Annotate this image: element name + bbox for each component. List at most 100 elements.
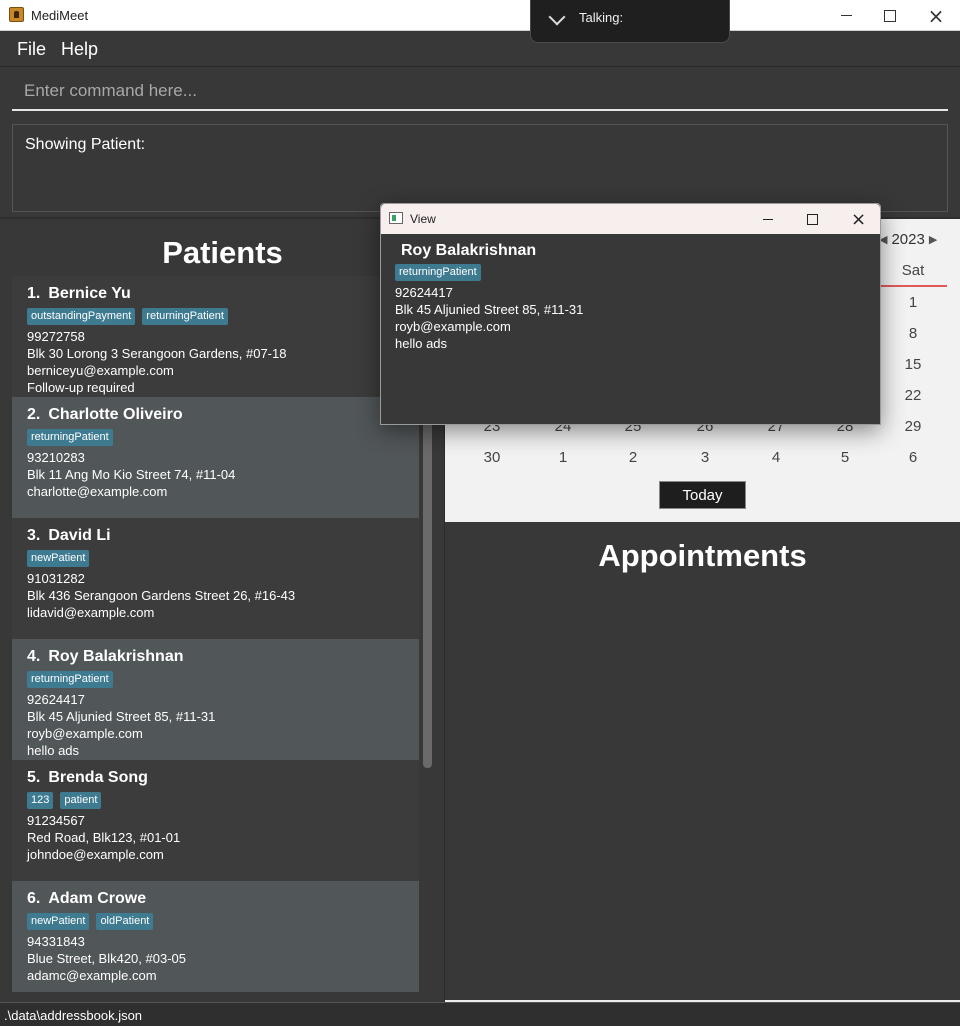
weekday-header-sat: Sat bbox=[901, 262, 925, 279]
calendar-year: 2023 bbox=[891, 231, 925, 248]
result-display[interactable]: Showing Patient: bbox=[12, 124, 948, 212]
appointments-panel: Appointments bbox=[445, 522, 960, 1002]
patient-card[interactable]: 5. Brenda Song 123 patient 91234567 Red R… bbox=[12, 760, 419, 881]
view-title: View bbox=[410, 212, 436, 226]
patient-phone: 94331843 bbox=[27, 934, 85, 949]
tag-row: outstandingPayment returningPatient bbox=[27, 308, 404, 326]
tag-row: returningPatient bbox=[27, 671, 404, 689]
tag: newPatient bbox=[27, 550, 90, 567]
view-patient-name: Roy Balakrishnan bbox=[401, 242, 537, 259]
talking-overlay[interactable]: Talking: bbox=[530, 0, 730, 43]
patient-name-row: 4. Roy Balakrishnan bbox=[27, 648, 404, 668]
patient-name-row: 5. Brenda Song bbox=[27, 769, 404, 789]
patient-remark: hello ads bbox=[27, 743, 80, 758]
tag: patient bbox=[60, 792, 102, 809]
patient-card[interactable]: 2. Charlotte Oliveiro returningPatient 93… bbox=[12, 397, 419, 518]
patient-card[interactable]: 3. David Li newPatient 91031282 Blk 436 S… bbox=[12, 518, 419, 639]
patient-list[interactable]: 1. Bernice Yu outstandingPayment returnin… bbox=[12, 276, 419, 992]
view-window-icon bbox=[389, 212, 403, 224]
calendar-day[interactable]: 3 bbox=[685, 449, 725, 466]
patients-title: Patients bbox=[162, 235, 283, 270]
view-minimize-button[interactable] bbox=[745, 204, 790, 234]
patient-address: Blue Street, Blk420, #03-05 bbox=[27, 951, 186, 966]
title-bar: MediMeet × bbox=[0, 0, 960, 31]
calendar-year-nav: ◀ 2023 ▶ bbox=[879, 231, 937, 248]
calendar-day[interactable]: 29 bbox=[893, 418, 933, 435]
patient-remark: Follow-up required bbox=[27, 380, 135, 395]
patient-phone: 91234567 bbox=[27, 813, 85, 828]
tag-row: newPatient oldPatient bbox=[27, 913, 404, 931]
calendar-day[interactable]: 22 bbox=[893, 387, 933, 404]
view-address: Blk 45 Aljunied Street 85, #11-31 bbox=[395, 302, 584, 317]
appointments-title: Appointments bbox=[598, 538, 807, 573]
tag: newPatient bbox=[27, 913, 90, 930]
patient-index: 2. bbox=[27, 406, 41, 423]
minimize-button[interactable] bbox=[823, 0, 869, 31]
patient-email: lidavid@example.com bbox=[27, 605, 155, 620]
tag: 123 bbox=[27, 792, 54, 809]
tag: returningPatient bbox=[395, 264, 481, 281]
patient-phone: 99272758 bbox=[27, 329, 85, 344]
calendar-day[interactable]: 4 bbox=[756, 449, 796, 466]
maximize-button[interactable] bbox=[867, 0, 913, 31]
calendar-day[interactable]: 15 bbox=[893, 356, 933, 373]
patient-index: 6. bbox=[27, 890, 41, 907]
patient-card[interactable]: 1. Bernice Yu outstandingPayment returnin… bbox=[12, 276, 419, 397]
patient-name-row: 2. Charlotte Oliveiro bbox=[27, 406, 404, 426]
patient-email: adamc@example.com bbox=[27, 968, 157, 983]
patient-email: johndoe@example.com bbox=[27, 847, 164, 862]
chevron-down-icon[interactable] bbox=[548, 8, 566, 26]
calendar-header-underline bbox=[877, 285, 947, 287]
patient-email: royb@example.com bbox=[27, 726, 143, 741]
patient-name-row: 6. Adam Crowe bbox=[27, 890, 404, 910]
patient-address: Red Road, Blk123, #01-01 bbox=[27, 830, 181, 845]
view-remark: hello ads bbox=[395, 336, 448, 351]
patient-address: Blk 11 Ang Mo Kio Street 74, #11-04 bbox=[27, 467, 236, 482]
calendar-day[interactable]: 2 bbox=[613, 449, 653, 466]
calendar-day[interactable]: 30 bbox=[472, 449, 512, 466]
result-text: Showing Patient: bbox=[25, 136, 146, 153]
patient-name: Adam Crowe bbox=[48, 890, 147, 907]
patient-email: berniceyu@example.com bbox=[27, 363, 174, 378]
calendar-day[interactable]: 8 bbox=[893, 325, 933, 342]
tag: oldPatient bbox=[96, 913, 154, 930]
menu-help[interactable]: Help bbox=[61, 39, 98, 60]
view-title-bar[interactable]: View × bbox=[381, 204, 880, 234]
view-email: royb@example.com bbox=[395, 319, 511, 334]
patient-address: Blk 45 Aljunied Street 85, #11-31 bbox=[27, 709, 216, 724]
view-maximize-button[interactable] bbox=[790, 204, 835, 234]
patient-address: Blk 436 Serangoon Gardens Street 26, #16… bbox=[27, 588, 296, 603]
today-button[interactable]: Today bbox=[659, 481, 746, 509]
patient-name: Brenda Song bbox=[48, 769, 148, 786]
medimeet-window: MediMeet × Talking: File Help Showing Pa… bbox=[0, 0, 960, 1026]
patient-card[interactable]: 4. Roy Balakrishnan returningPatient 9262… bbox=[12, 639, 419, 760]
patient-phone: 93210283 bbox=[27, 450, 85, 465]
patient-card[interactable]: 6. Adam Crowe newPatient oldPatient 94331… bbox=[12, 881, 419, 992]
app-icon bbox=[9, 7, 24, 22]
patient-address: Blk 30 Lorong 3 Serangoon Gardens, #07-1… bbox=[27, 346, 287, 361]
patient-index: 3. bbox=[27, 527, 41, 544]
tag-row: newPatient bbox=[27, 550, 404, 568]
patient-phone: 91031282 bbox=[27, 571, 85, 586]
view-phone: 92624417 bbox=[395, 285, 453, 300]
talking-label: Talking: bbox=[579, 10, 624, 25]
close-button[interactable]: × bbox=[913, 0, 959, 31]
calendar-day[interactable]: 6 bbox=[893, 449, 933, 466]
tag-row: 123 patient bbox=[27, 792, 404, 810]
tag: returningPatient bbox=[142, 308, 228, 325]
patients-panel: Patients 1. Bernice Yu outstandingPayment… bbox=[0, 219, 445, 1002]
view-close-button[interactable]: × bbox=[836, 204, 881, 234]
calendar-day[interactable]: 1 bbox=[893, 294, 933, 311]
calendar-day[interactable]: 5 bbox=[825, 449, 865, 466]
command-input[interactable] bbox=[12, 74, 948, 108]
status-bar: .\data\addressbook.json bbox=[0, 1002, 960, 1026]
calendar-day[interactable]: 1 bbox=[543, 449, 583, 466]
tag: returningPatient bbox=[27, 429, 113, 446]
patient-name: Charlotte Oliveiro bbox=[48, 406, 183, 423]
patient-index: 1. bbox=[27, 285, 41, 302]
data-file-path: .\data\addressbook.json bbox=[4, 1008, 143, 1023]
patient-name: Bernice Yu bbox=[48, 285, 131, 302]
patient-email: charlotte@example.com bbox=[27, 484, 168, 499]
menu-file[interactable]: File bbox=[17, 39, 46, 60]
next-year-icon[interactable]: ▶ bbox=[929, 233, 937, 246]
